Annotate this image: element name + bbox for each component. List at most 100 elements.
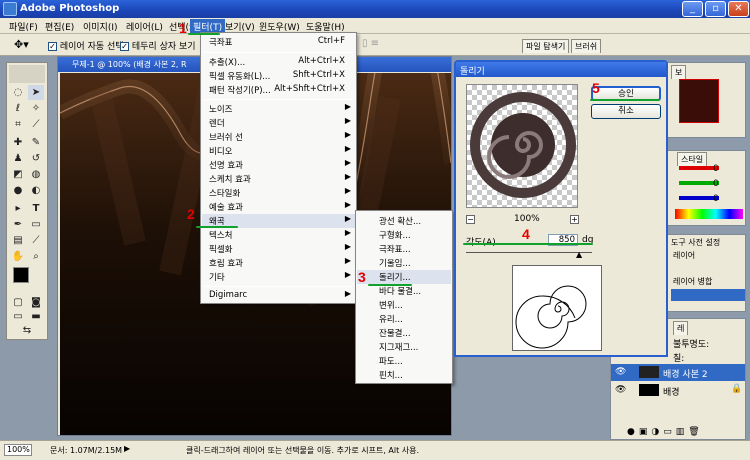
menu-item-video[interactable]: 비디오 ▶ [202, 144, 355, 158]
tool-presets-tab[interactable]: 도구 사전 설정 [671, 237, 720, 248]
menu-item-pattern-maker[interactable]: 패턴 작성기(P)... Alt+Shft+Ctrl+X [202, 83, 355, 97]
pen-tool-icon[interactable]: ✒ [10, 217, 26, 232]
layer-row[interactable]: 👁 배경 🔒 [611, 382, 745, 399]
red-value[interactable]: 0 [713, 164, 719, 174]
menu-filter[interactable]: 필터(T) [190, 19, 226, 33]
angle-slider-thumb[interactable]: ▲ [576, 250, 582, 259]
info-arrow-icon[interactable]: ▶ [124, 444, 130, 453]
path-select-icon[interactable]: ▸ [10, 201, 26, 216]
menu-item-digimarc[interactable]: Digimarc ▶ [202, 289, 355, 303]
navigator-thumbnail[interactable] [679, 79, 719, 123]
history-brush-icon[interactable]: ↺ [28, 151, 44, 166]
menu-item-blur[interactable]: 흐림 효과 ▶ [202, 256, 355, 270]
dodge-tool-icon[interactable]: ◐ [28, 183, 44, 198]
submenu-item-ocean-ripple[interactable]: 바다 물결... [357, 284, 451, 298]
color-ramp[interactable] [675, 209, 743, 219]
menu-layer[interactable]: 레이어(L) [123, 19, 166, 33]
menu-item-last-filter[interactable]: 극좌표 Ctrl+F [202, 35, 355, 49]
lasso-tool-icon[interactable]: ℓ [10, 101, 26, 116]
submenu-item-displace[interactable]: 변위... [357, 298, 451, 312]
stamp-tool-icon[interactable]: ♟ [10, 151, 26, 166]
submenu-item-spherize[interactable]: 구형화... [357, 228, 451, 242]
blur-tool-icon[interactable]: ● [10, 183, 26, 198]
tab-styles[interactable]: 스타일 [677, 152, 708, 166]
menu-edit[interactable]: 편집(E) [42, 19, 77, 33]
zoom-out-button[interactable]: − [466, 215, 475, 224]
screen-mode-2-icon[interactable]: ▬ [28, 309, 44, 324]
layer-name[interactable]: 배경 사본 2 [663, 367, 708, 380]
menu-view[interactable]: 보기(V) [222, 19, 258, 33]
notes-tool-icon[interactable]: ▤ [10, 233, 26, 248]
submenu-item-pinch[interactable]: 핀치... [357, 368, 451, 382]
crop-tool-icon[interactable]: ⌗ [10, 117, 26, 132]
shape-tool-icon[interactable]: ▭ [28, 217, 44, 232]
menu-file[interactable]: 파일(F) [6, 19, 41, 33]
move-tool-icon[interactable]: ✥▾ [14, 38, 29, 51]
menu-item-artistic[interactable]: 예술 효과 ▶ [202, 200, 355, 214]
minimize-button[interactable]: _ [682, 1, 703, 17]
layer-name[interactable]: 배경 [663, 385, 680, 398]
zoom-tool-icon[interactable]: ⌕ [28, 249, 44, 264]
menu-item-stylize[interactable]: 스타일화 ▶ [202, 186, 355, 200]
menu-item-other[interactable]: 기타 ▶ [202, 270, 355, 284]
menu-image[interactable]: 이미지(I) [80, 19, 121, 33]
eye-icon[interactable]: 👁 [615, 367, 626, 377]
screen-mode-1-icon[interactable]: ▭ [10, 309, 26, 324]
menu-item-pixelate[interactable]: 픽셀화 ▶ [202, 242, 355, 256]
marquee-tool-icon[interactable]: ◌ [10, 85, 26, 100]
menu-item-extract[interactable]: 추출(X)... Alt+Ctrl+X [202, 55, 355, 69]
angle-slider-track[interactable] [466, 252, 592, 253]
eraser-tool-icon[interactable]: ◩ [10, 167, 26, 182]
menu-item-brush-strokes[interactable]: 브러쉬 선 ▶ [202, 130, 355, 144]
bucket-tool-icon[interactable]: ◍ [28, 167, 44, 182]
bbox-checkbox[interactable]: ✓ [120, 42, 129, 51]
move-tool-icon[interactable]: ➤ [28, 85, 44, 100]
submenu-item-twirl[interactable]: 돌리기... [357, 270, 451, 284]
slice-tool-icon[interactable]: ⟋ [28, 117, 44, 132]
tab-file-browser[interactable]: 파일 탐색기 [522, 39, 570, 53]
history-item[interactable]: 레이어 병합 [673, 276, 712, 287]
cancel-button[interactable]: 취소 [591, 104, 661, 119]
menu-item-noise[interactable]: 노이즈 ▶ [202, 102, 355, 116]
eye-icon[interactable]: 👁 [615, 385, 626, 395]
history-item-selected[interactable] [671, 289, 745, 301]
blue-value[interactable]: 0 [713, 194, 719, 204]
standard-mode-icon[interactable]: ▢ [10, 295, 26, 310]
submenu-item-wave[interactable]: 파도... [357, 354, 451, 368]
magic-wand-icon[interactable]: ✧ [28, 101, 44, 116]
tab-navigator[interactable]: 보 [671, 65, 687, 79]
hand-tool-icon[interactable]: ✋ [10, 249, 26, 264]
auto-select-checkbox[interactable]: ✓ [48, 42, 57, 51]
menu-help[interactable]: 도움말(H) [303, 19, 348, 33]
layer-buttons-icons[interactable]: ●▣◑▭▥🗑 [627, 427, 704, 437]
menu-item-sharpen[interactable]: 선명 효과 ▶ [202, 158, 355, 172]
menu-window[interactable]: 윈도우(W) [256, 19, 303, 33]
close-button[interactable]: ✕ [728, 1, 749, 17]
submenu-item-shear[interactable]: 기울임... [357, 256, 451, 270]
tab-brushes[interactable]: 브러쉬 [571, 39, 602, 53]
healing-brush-icon[interactable]: ✚ [10, 135, 26, 150]
submenu-item-ripple[interactable]: 잔물결... [357, 326, 451, 340]
menu-item-sketch[interactable]: 스케치 효과 ▶ [202, 172, 355, 186]
submenu-item-diffuse-glow[interactable]: 광선 확산... [357, 214, 451, 228]
maximize-button[interactable]: ▫ [705, 1, 726, 17]
tab-layers[interactable]: 레 [673, 321, 689, 335]
zoom-in-button[interactable]: + [570, 215, 579, 224]
imageready-icon[interactable]: ⇆ [19, 323, 35, 338]
history-item[interactable]: 레이어 [673, 250, 695, 261]
submenu-item-glass[interactable]: 유리... [357, 312, 451, 326]
zoom-field[interactable]: 100% [4, 444, 32, 456]
menu-item-render[interactable]: 렌더 ▶ [202, 116, 355, 130]
quickmask-mode-icon[interactable]: ◙ [28, 295, 44, 310]
menu-item-liquify[interactable]: 픽셀 유동화(L)... Shft+Ctrl+X [202, 69, 355, 83]
foreground-color-swatch[interactable] [13, 267, 29, 283]
layer-row-selected[interactable]: 👁 배경 사본 2 [611, 364, 745, 381]
align-icons[interactable]: ▯ ≡ [362, 38, 379, 49]
menu-item-texture[interactable]: 텍스처 ▶ [202, 228, 355, 242]
eyedropper-icon[interactable]: ⟋ [28, 233, 44, 248]
type-tool-icon[interactable]: T [28, 201, 44, 216]
twirl-preview[interactable] [466, 84, 578, 208]
submenu-item-zigzag[interactable]: 지그재그... [357, 340, 451, 354]
green-value[interactable]: 0 [713, 179, 719, 189]
brush-tool-icon[interactable]: ✎ [28, 135, 44, 150]
